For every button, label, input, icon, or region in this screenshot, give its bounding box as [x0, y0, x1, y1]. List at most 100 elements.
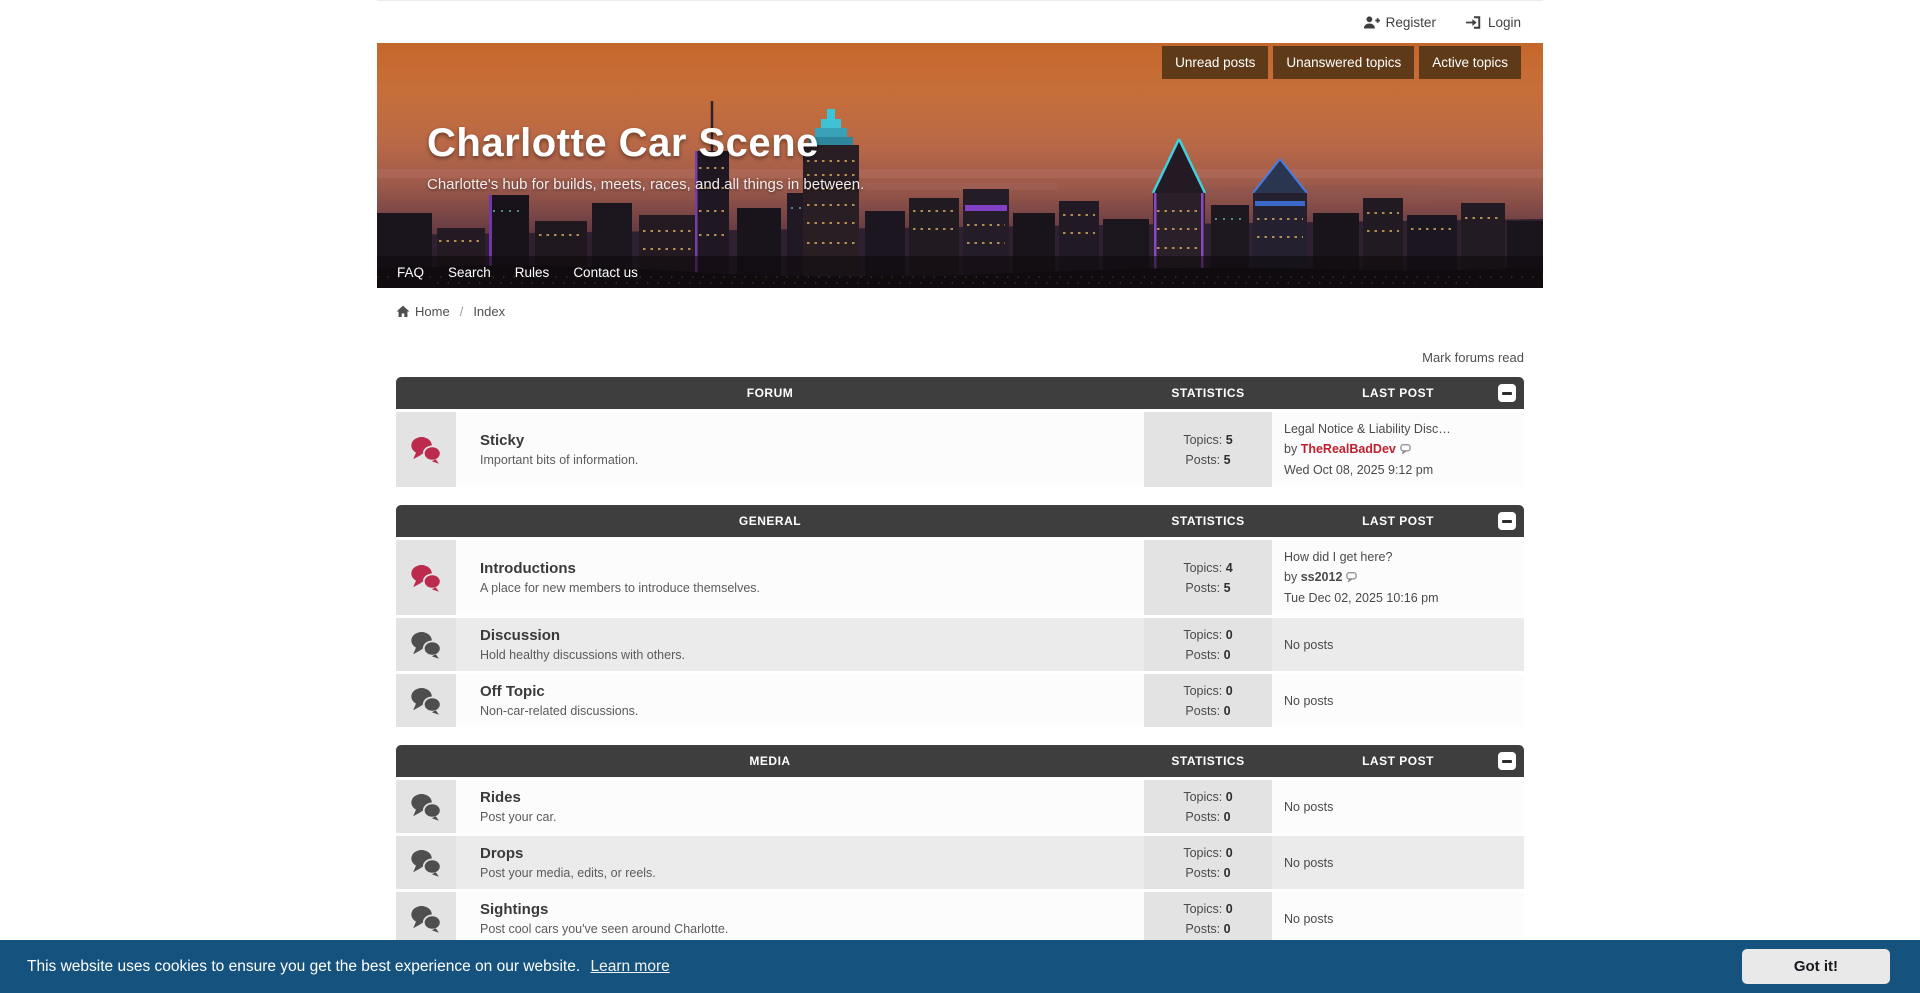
- forum-icon-cell: [396, 540, 456, 615]
- section-title: FORUM: [396, 386, 1144, 400]
- forum-stats-cell: Topics: 4 Posts: 5: [1144, 540, 1272, 615]
- forum-comments-icon: [410, 563, 442, 592]
- column-last-post: LAST POST: [1272, 754, 1524, 768]
- posts-count: 5: [1224, 453, 1231, 467]
- site-title-block: Charlotte Car Scene Charlotte's hub for …: [427, 121, 864, 193]
- topics-count: 0: [1226, 902, 1233, 916]
- topics-count: 0: [1226, 790, 1233, 804]
- forum-title[interactable]: Drops: [480, 845, 523, 862]
- topics-label: Topics:: [1183, 628, 1222, 642]
- nav-rules[interactable]: Rules: [503, 265, 562, 280]
- forum-title[interactable]: Discussion: [480, 627, 560, 644]
- unanswered-topics-button[interactable]: Unanswered topics: [1273, 46, 1414, 79]
- posts-label: Posts:: [1185, 453, 1220, 467]
- forum-icon-cell: [396, 780, 456, 833]
- topics-count: 0: [1226, 846, 1233, 860]
- nav-search[interactable]: Search: [436, 265, 503, 280]
- topics-count: 5: [1226, 433, 1233, 447]
- forum-title[interactable]: Sightings: [480, 901, 548, 918]
- posts-count: 5: [1224, 581, 1231, 595]
- posts-label: Posts:: [1185, 866, 1220, 880]
- mark-forums-read-link[interactable]: Mark forums read: [1422, 350, 1524, 365]
- forum-icon-cell: [396, 674, 456, 727]
- quote-bubble-icon[interactable]: [1400, 440, 1411, 460]
- posts-label: Posts:: [1185, 922, 1220, 936]
- header-nav: FAQ Search Rules Contact us: [377, 256, 1543, 288]
- no-posts-label: No posts: [1284, 909, 1512, 929]
- collapse-section-button[interactable]: [1498, 752, 1516, 770]
- last-post-username[interactable]: TheRealBadDev: [1301, 442, 1396, 456]
- topics-label: Topics:: [1183, 902, 1222, 916]
- register-label: Register: [1386, 15, 1436, 30]
- user-plus-icon: [1363, 15, 1380, 30]
- forum-info-cell: Discussion Hold healthy discussions with…: [456, 618, 1144, 671]
- section-header: GENERAL STATISTICS LAST POST: [396, 505, 1524, 537]
- collapse-section-button[interactable]: [1498, 384, 1516, 402]
- section-header: MEDIA STATISTICS LAST POST: [396, 745, 1524, 777]
- section-title: GENERAL: [396, 514, 1144, 528]
- forum-sections: FORUM STATISTICS LAST POST Sticky Import…: [377, 377, 1543, 993]
- forum-comments-icon: [410, 435, 442, 464]
- forum-stats-cell: Topics: 0 Posts: 0: [1144, 892, 1272, 945]
- nav-contact-us[interactable]: Contact us: [561, 265, 650, 280]
- register-link[interactable]: Register: [1363, 15, 1436, 30]
- forum-description: A place for new members to introduce the…: [480, 581, 1130, 595]
- last-post-details: How did I get here? by ss2012 Tue Dec 02…: [1284, 547, 1512, 608]
- quote-bubble-icon[interactable]: [1346, 568, 1357, 588]
- posts-count: 0: [1224, 648, 1231, 662]
- forum-info-cell: Drops Post your media, edits, or reels.: [456, 836, 1144, 889]
- forum-stats-cell: Topics: 0 Posts: 0: [1144, 674, 1272, 727]
- minus-icon: [1502, 760, 1512, 763]
- last-post-cell: No posts: [1272, 892, 1524, 945]
- forum-icon-cell: [396, 892, 456, 945]
- cookie-message: This website uses cookies to ensure you …: [27, 958, 670, 976]
- nav-faq[interactable]: FAQ: [385, 265, 436, 280]
- forum-info-cell: Rides Post your car.: [456, 780, 1144, 833]
- last-post-cell: No posts: [1272, 836, 1524, 889]
- topics-count: 0: [1226, 684, 1233, 698]
- minus-icon: [1502, 392, 1512, 395]
- learn-more-link[interactable]: Learn more: [590, 958, 669, 975]
- posts-count: 0: [1224, 922, 1231, 936]
- topbar: Register Login: [377, 1, 1543, 43]
- last-post-username[interactable]: ss2012: [1301, 570, 1343, 584]
- login-link[interactable]: Login: [1466, 15, 1521, 30]
- forum-section: MEDIA STATISTICS LAST POST Rides Post yo…: [396, 745, 1524, 945]
- last-post-title[interactable]: Legal Notice & Liability Disc…: [1284, 422, 1451, 436]
- last-post-title[interactable]: How did I get here?: [1284, 550, 1392, 564]
- login-icon: [1466, 15, 1482, 30]
- posts-label: Posts:: [1185, 581, 1220, 595]
- no-posts-label: No posts: [1284, 797, 1512, 817]
- unread-posts-button[interactable]: Unread posts: [1162, 46, 1268, 79]
- breadcrumb-home-link[interactable]: Home: [396, 304, 450, 319]
- forum-title[interactable]: Rides: [480, 789, 521, 806]
- column-statistics: STATISTICS: [1144, 754, 1272, 768]
- active-topics-button[interactable]: Active topics: [1419, 46, 1521, 79]
- no-posts-label: No posts: [1284, 853, 1512, 873]
- posts-label: Posts:: [1185, 704, 1220, 718]
- topics-label: Topics:: [1183, 790, 1222, 804]
- forum-description: Post cool cars you've seen around Charlo…: [480, 922, 1130, 936]
- column-last-post: LAST POST: [1272, 386, 1524, 400]
- forum-stats-cell: Topics: 0 Posts: 0: [1144, 780, 1272, 833]
- forum-stats-cell: Topics: 0 Posts: 0: [1144, 618, 1272, 671]
- forum-title[interactable]: Introductions: [480, 560, 576, 577]
- cookie-message-text: This website uses cookies to ensure you …: [27, 958, 580, 975]
- got-it-button[interactable]: Got it!: [1742, 949, 1890, 984]
- forum-title[interactable]: Sticky: [480, 432, 524, 449]
- last-post-cell: Legal Notice & Liability Disc… by TheRea…: [1272, 412, 1524, 487]
- topics-label: Topics:: [1183, 846, 1222, 860]
- no-posts-label: No posts: [1284, 635, 1512, 655]
- quick-links: Unread posts Unanswered topics Active to…: [1162, 46, 1521, 79]
- forum-row: Off Topic Non-car-related discussions. T…: [396, 674, 1524, 727]
- last-post-cell: No posts: [1272, 674, 1524, 727]
- last-post-cell: How did I get here? by ss2012 Tue Dec 02…: [1272, 540, 1524, 615]
- cookie-banner: This website uses cookies to ensure you …: [0, 940, 1920, 993]
- topics-label: Topics:: [1183, 561, 1222, 575]
- forum-title[interactable]: Off Topic: [480, 683, 545, 700]
- breadcrumb-current: Index: [473, 304, 505, 319]
- forum-description: Important bits of information.: [480, 453, 1130, 467]
- collapse-section-button[interactable]: [1498, 512, 1516, 530]
- topics-label: Topics:: [1183, 684, 1222, 698]
- last-post-details: Legal Notice & Liability Disc… by TheRea…: [1284, 419, 1512, 480]
